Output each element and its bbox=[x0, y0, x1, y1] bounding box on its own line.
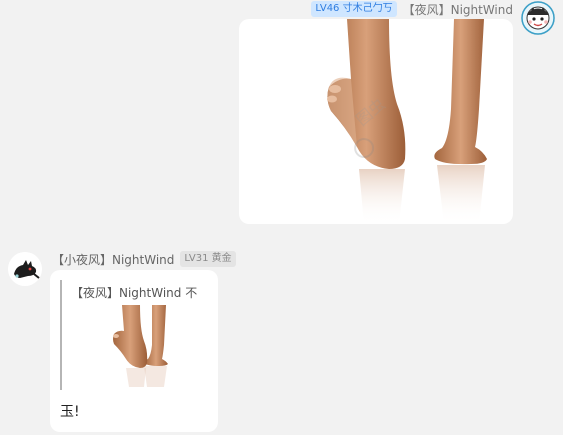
message-bubble[interactable]: 【夜风】NightWind 不 玉! bbox=[50, 270, 218, 432]
black-cat-avatar-icon[interactable] bbox=[8, 252, 42, 286]
level-badge: LV46 寸木己勹丂 bbox=[311, 1, 397, 17]
message-header: LV46 寸木己勹丂 【夜风】NightWind bbox=[311, 0, 513, 18]
cartoon-face-avatar-icon[interactable] bbox=[521, 1, 555, 35]
message-header: 【小夜风】NightWind LV31 黄金 bbox=[52, 250, 236, 268]
foot-photo-thumbnail[interactable] bbox=[74, 305, 204, 387]
message-text: 玉! bbox=[60, 404, 80, 420]
level-badge: LV31 黄金 bbox=[180, 251, 236, 267]
sender-name[interactable]: 【小夜风】NightWind bbox=[52, 251, 174, 268]
sender-name[interactable]: 【夜风】NightWind bbox=[403, 1, 513, 18]
quote-sender-name: 【夜风】NightWind 不 bbox=[71, 286, 198, 300]
quoted-reply[interactable]: 【夜风】NightWind 不 bbox=[60, 280, 212, 390]
foot-photo[interactable]: 图虫 bbox=[239, 19, 513, 224]
